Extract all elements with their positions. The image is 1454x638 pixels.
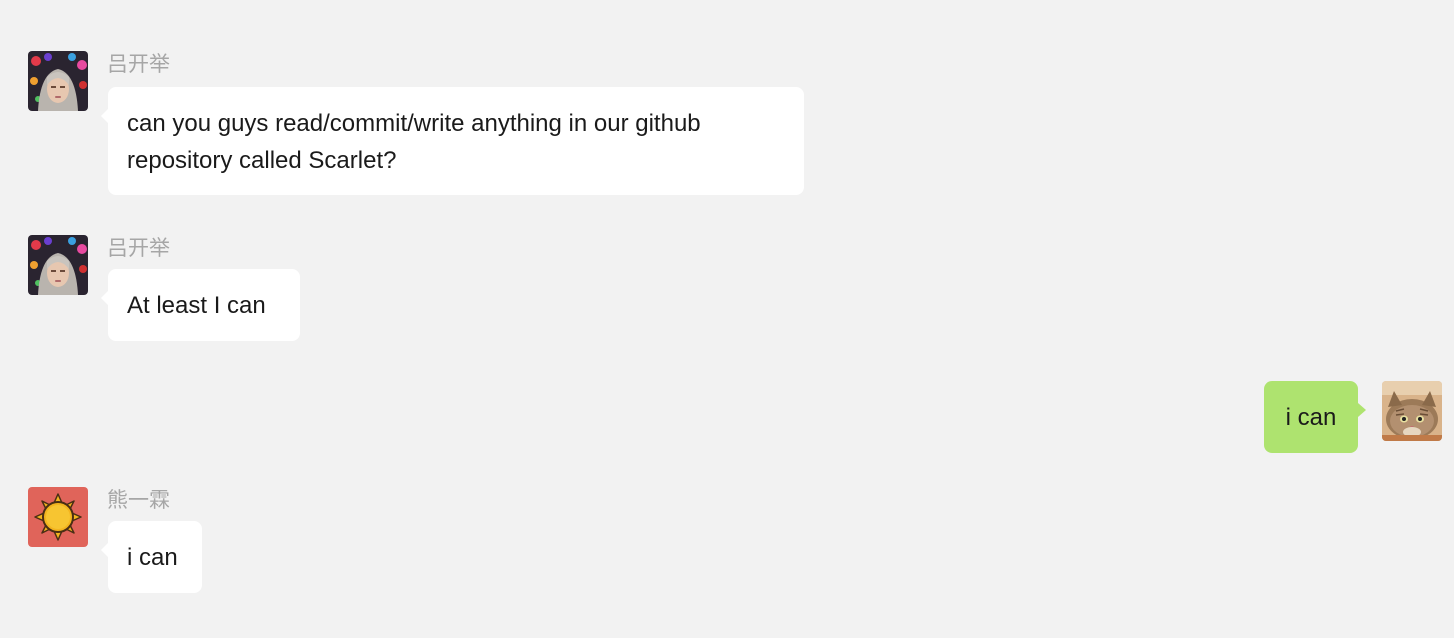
sender-name: 吕开举 <box>107 236 170 260</box>
message-bubble[interactable]: At least I can <box>101 269 300 341</box>
message-bubble[interactable]: i can <box>1264 381 1366 453</box>
girl-photo-avatar[interactable] <box>28 51 88 111</box>
sun-icon-avatar[interactable] <box>28 487 88 547</box>
message-bubble[interactable]: i can <box>101 521 202 593</box>
cat-photo-avatar[interactable] <box>1382 381 1442 441</box>
sender-name: 熊一霖 <box>107 488 170 512</box>
girl-photo-avatar[interactable] <box>28 235 88 295</box>
sender-name: 吕开举 <box>107 52 170 76</box>
message-bubble[interactable]: can you guys read/commit/write anything … <box>101 87 804 195</box>
